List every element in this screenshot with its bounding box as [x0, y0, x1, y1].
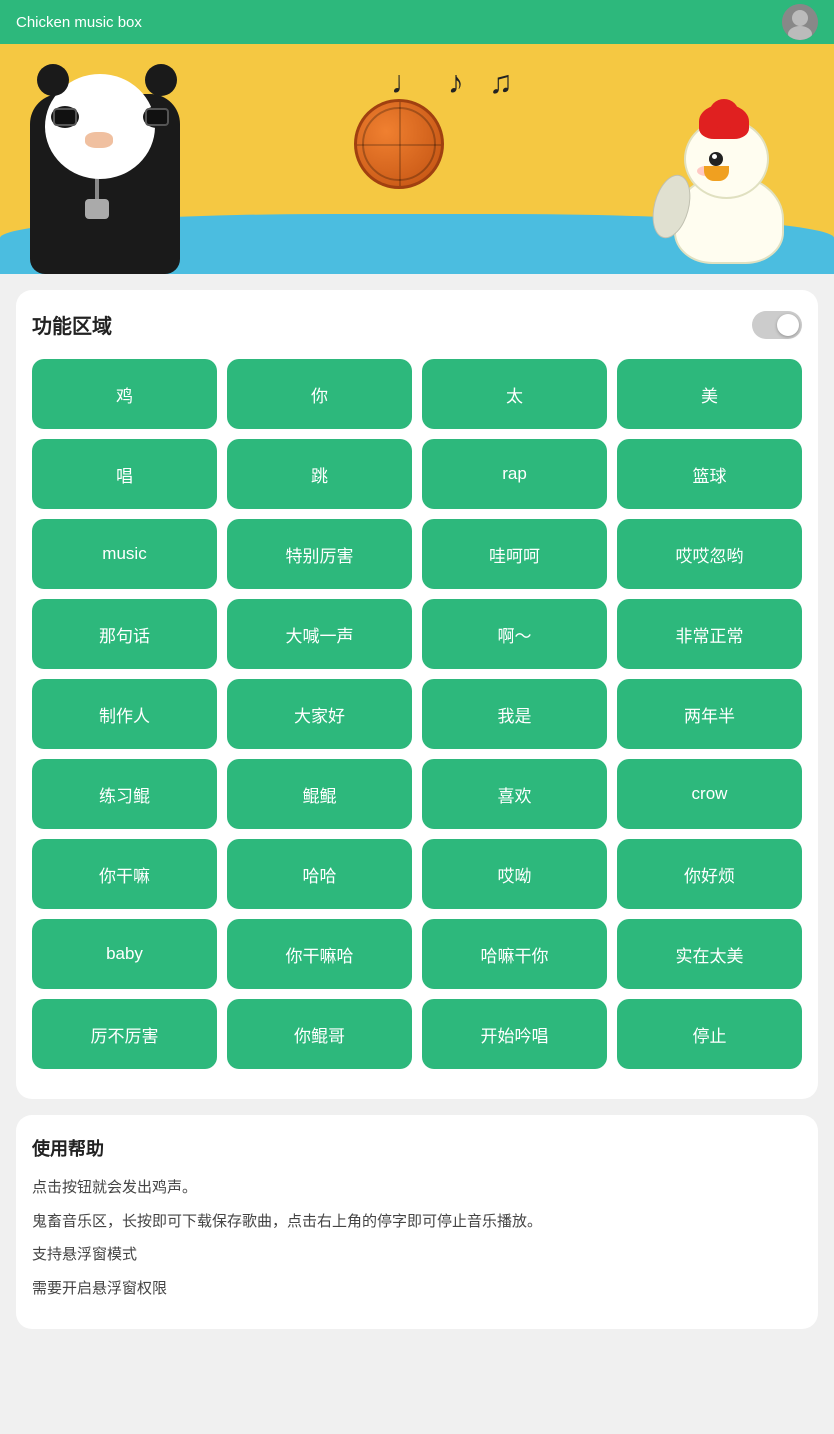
help-line-2: 支持悬浮窗模式 [32, 1242, 802, 1268]
music-button-13[interactable]: 大喊一声 [227, 599, 412, 669]
music-button-8[interactable]: music [32, 519, 217, 589]
header: Chicken music box [0, 0, 834, 44]
music-button-34[interactable]: 开始吟唱 [422, 999, 607, 1069]
music-button-32[interactable]: 厉不厉害 [32, 999, 217, 1069]
music-button-23[interactable]: crow [617, 759, 802, 829]
music-button-24[interactable]: 你干嘛 [32, 839, 217, 909]
help-line-0: 点击按钮就会发出鸡声。 [32, 1175, 802, 1201]
music-button-11[interactable]: 哎哎忽哟 [617, 519, 802, 589]
music-button-31[interactable]: 实在太美 [617, 919, 802, 989]
music-button-26[interactable]: 哎呦 [422, 839, 607, 909]
music-button-30[interactable]: 哈嘛干你 [422, 919, 607, 989]
help-lines-container: 点击按钮就会发出鸡声。鬼畜音乐区，长按即可下载保存歌曲，点击右上角的停字即可停止… [32, 1175, 802, 1301]
music-button-6[interactable]: rap [422, 439, 607, 509]
music-button-21[interactable]: 鲲鲲 [227, 759, 412, 829]
music-notes-decoration: ♩ ♪ ♫ [391, 64, 521, 101]
music-button-25[interactable]: 哈哈 [227, 839, 412, 909]
music-button-14[interactable]: 啊～ [422, 599, 607, 669]
help-title: 使用帮助 [32, 1135, 802, 1161]
section-title: 功能区域 [32, 310, 112, 339]
music-button-3[interactable]: 美 [617, 359, 802, 429]
app-title: Chicken music box [16, 14, 142, 31]
chicken-decoration [649, 94, 819, 264]
music-button-17[interactable]: 大家好 [227, 679, 412, 749]
music-button-20[interactable]: 练习鲲 [32, 759, 217, 829]
music-button-15[interactable]: 非常正常 [617, 599, 802, 669]
music-button-12[interactable]: 那句话 [32, 599, 217, 669]
music-button-7[interactable]: 篮球 [617, 439, 802, 509]
music-button-5[interactable]: 跳 [227, 439, 412, 509]
music-button-29[interactable]: 你干嘛哈 [227, 919, 412, 989]
function-area-card: 功能区域 鸡你太美唱跳rap篮球 music特别厉害哇呵呵哎哎忽哟那句话大喊一声啊… [16, 290, 818, 1099]
panda-decoration [15, 54, 205, 274]
music-button-10[interactable]: 哇呵呵 [422, 519, 607, 589]
music-button-0[interactable]: 鸡 [32, 359, 217, 429]
music-button-22[interactable]: 喜欢 [422, 759, 607, 829]
feature-toggle[interactable] [752, 311, 802, 339]
music-button-19[interactable]: 两年半 [617, 679, 802, 749]
music-button-1[interactable]: 你 [227, 359, 412, 429]
section-header: 功能区域 [32, 310, 802, 339]
music-buttons-grid: 鸡你太美唱跳rap篮球 music特别厉害哇呵呵哎哎忽哟那句话大喊一声啊～非常正常… [32, 359, 802, 1069]
help-card: 使用帮助 点击按钮就会发出鸡声。鬼畜音乐区，长按即可下载保存歌曲，点击右上角的停… [16, 1115, 818, 1329]
avatar[interactable] [782, 4, 818, 40]
music-button-16[interactable]: 制作人 [32, 679, 217, 749]
music-button-2[interactable]: 太 [422, 359, 607, 429]
music-button-28[interactable]: baby [32, 919, 217, 989]
music-button-18[interactable]: 我是 [422, 679, 607, 749]
toggle-knob [777, 314, 799, 336]
music-button-35[interactable]: 停止 [617, 999, 802, 1069]
help-line-3: 需要开启悬浮窗权限 [32, 1276, 802, 1302]
banner: ♩ ♪ ♫ [0, 44, 834, 274]
music-button-27[interactable]: 你好烦 [617, 839, 802, 909]
help-line-1: 鬼畜音乐区，长按即可下载保存歌曲，点击右上角的停字即可停止音乐播放。 [32, 1209, 802, 1235]
basketball-decoration [354, 99, 444, 189]
music-button-9[interactable]: 特别厉害 [227, 519, 412, 589]
music-button-4[interactable]: 唱 [32, 439, 217, 509]
music-button-33[interactable]: 你鲲哥 [227, 999, 412, 1069]
